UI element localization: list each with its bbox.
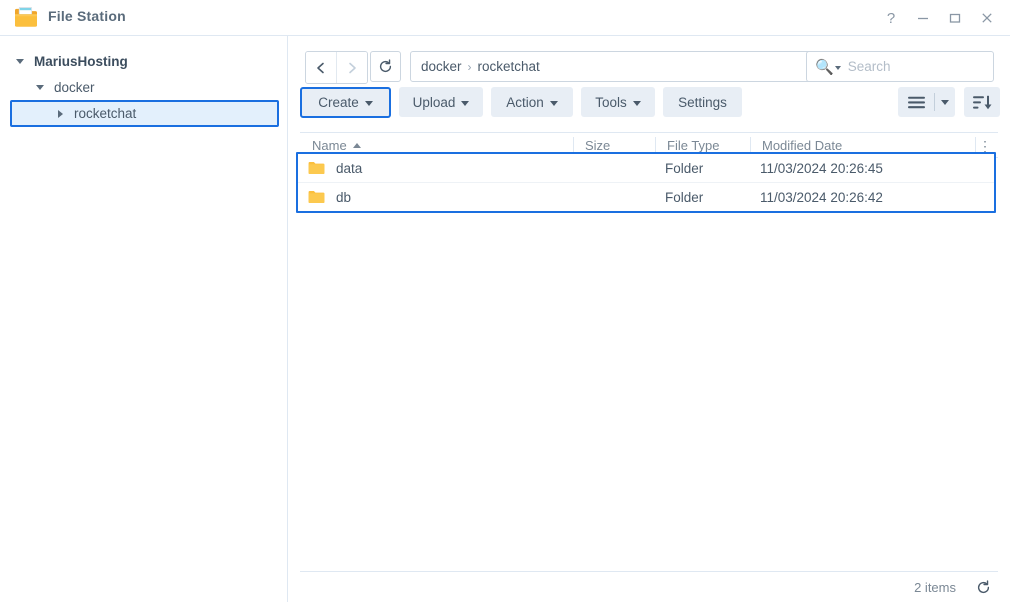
- file-size: [571, 183, 665, 211]
- upload-label: Upload: [412, 94, 456, 110]
- view-mode-button[interactable]: [898, 87, 955, 117]
- main-pane: docker › rocketchat ★ 🔍 Create Upload: [288, 36, 1010, 602]
- forward-arrow-icon: [336, 52, 367, 83]
- chevron-down-icon: [632, 100, 641, 106]
- file-station-window: File Station ? MariusHosting docker rock…: [0, 0, 1010, 602]
- settings-label: Settings: [678, 94, 727, 110]
- chevron-down-icon: [549, 100, 558, 106]
- tools-button[interactable]: Tools: [581, 87, 655, 117]
- table-row[interactable]: db Folder 11/03/2024 20:26:42: [298, 182, 994, 211]
- column-label: File Type: [667, 138, 720, 153]
- sidebar-item-rocketchat[interactable]: rocketchat: [10, 100, 279, 127]
- breadcrumb-item-rocketchat[interactable]: rocketchat: [478, 59, 540, 74]
- sidebar-tree: MariusHosting docker rocketchat: [0, 36, 288, 602]
- chevron-down-icon[interactable]: [834, 66, 841, 70]
- sidebar-item-label: rocketchat: [74, 106, 137, 121]
- maximize-icon[interactable]: [940, 3, 970, 33]
- chevron-down-icon: [461, 100, 470, 106]
- sidebar-item-docker[interactable]: docker: [0, 74, 287, 100]
- folder-icon: [14, 6, 38, 28]
- refresh-icon[interactable]: [370, 51, 401, 82]
- create-label: Create: [318, 95, 359, 110]
- close-icon[interactable]: [972, 3, 1002, 33]
- tools-label: Tools: [595, 94, 627, 110]
- navigation-row: docker › rocketchat ★ 🔍: [288, 51, 1010, 84]
- file-modified-date: 11/03/2024 20:26:42: [760, 189, 883, 205]
- help-label: ?: [886, 9, 896, 27]
- sidebar-item-mariushosting[interactable]: MariusHosting: [0, 48, 287, 74]
- toolbar: Create Upload Action Tools Settings: [288, 87, 1010, 123]
- search-input[interactable]: [847, 59, 988, 74]
- chevron-right-icon[interactable]: [52, 109, 68, 118]
- create-button[interactable]: Create: [300, 87, 391, 118]
- column-label: Size: [585, 138, 611, 153]
- folder-icon: [308, 190, 325, 204]
- help-button[interactable]: ?: [876, 3, 906, 33]
- app-title: File Station: [48, 8, 126, 24]
- folder-icon: [308, 161, 325, 175]
- sidebar-item-label: docker: [54, 79, 95, 95]
- breadcrumb-separator: ›: [467, 59, 472, 74]
- file-name: data: [336, 160, 363, 176]
- item-count-label: 2 items: [914, 579, 956, 595]
- action-button[interactable]: Action: [491, 87, 573, 117]
- title-bar: File Station ?: [0, 0, 1010, 36]
- search-icon[interactable]: 🔍: [815, 58, 834, 76]
- refresh-icon[interactable]: [970, 574, 996, 600]
- breadcrumb-item-docker[interactable]: docker: [421, 59, 462, 74]
- file-modified-date: 11/03/2024 20:26:45: [760, 160, 883, 176]
- search-box[interactable]: 🔍: [806, 51, 994, 82]
- column-label: Name: [312, 138, 347, 153]
- upload-button[interactable]: Upload: [399, 87, 483, 117]
- list-view-icon[interactable]: [898, 87, 934, 117]
- nav-button-group: [305, 51, 368, 84]
- file-size: [571, 154, 665, 182]
- file-name: db: [336, 189, 352, 205]
- chevron-down-icon[interactable]: [32, 84, 48, 90]
- table-row[interactable]: data Folder 11/03/2024 20:26:45: [298, 154, 994, 182]
- file-type: Folder: [665, 160, 704, 176]
- back-arrow-icon[interactable]: [306, 52, 336, 83]
- sort-descending-icon[interactable]: [964, 87, 1000, 117]
- sort-ascending-icon: [352, 143, 361, 148]
- file-list-selection: data Folder 11/03/2024 20:26:45 db Folde…: [296, 152, 996, 213]
- chevron-down-icon: [364, 101, 373, 106]
- sidebar-item-label: MariusHosting: [34, 53, 128, 69]
- status-bar: 2 items: [300, 571, 998, 602]
- column-label: Modified Date: [762, 138, 843, 153]
- settings-button[interactable]: Settings: [663, 87, 742, 117]
- file-type: Folder: [665, 189, 704, 205]
- minimize-icon[interactable]: [908, 3, 938, 33]
- window-controls: ?: [876, 0, 1002, 36]
- chevron-down-icon[interactable]: [935, 87, 955, 117]
- chevron-down-icon[interactable]: [12, 58, 28, 64]
- action-label: Action: [506, 94, 544, 110]
